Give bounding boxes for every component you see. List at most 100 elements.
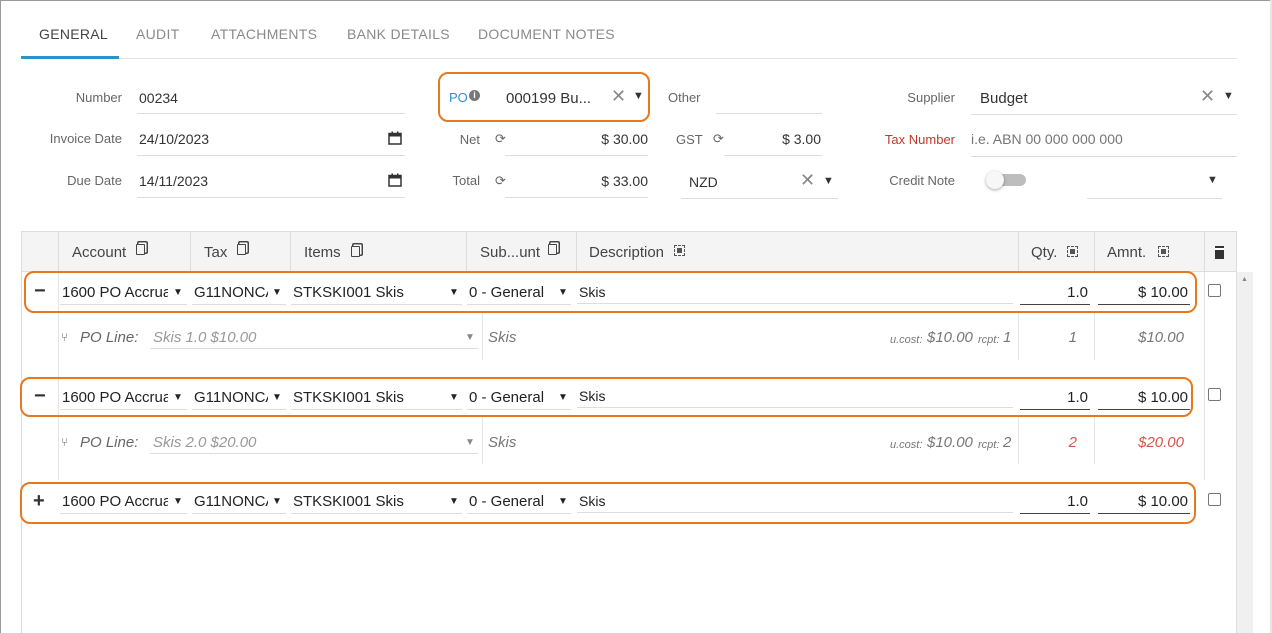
net-field[interactable]: $ 30.00 (560, 131, 648, 147)
tab-document-notes[interactable]: DOCUMENT NOTES (478, 26, 615, 42)
description-cell[interactable]: Skis (579, 284, 605, 300)
dropdown-icon[interactable]: ▼ (1223, 90, 1234, 102)
tax-cell[interactable]: G11NONCAP (194, 389, 268, 406)
item-cell[interactable]: STKSKI001 Skis (293, 284, 443, 301)
dropdown-icon[interactable]: ▼ (558, 392, 568, 403)
subaccount-cell[interactable]: 0 - General (469, 389, 555, 406)
item-cell[interactable]: STKSKI001 Skis (293, 389, 443, 406)
subaccount-cell[interactable]: 0 - General (469, 284, 555, 301)
supplier-underline (971, 114, 1237, 115)
column-settings-icon[interactable] (1067, 246, 1078, 257)
header-amount[interactable]: Amnt. (1095, 232, 1205, 272)
copy-icon[interactable] (548, 244, 557, 255)
dropdown-icon[interactable]: ▼ (465, 437, 475, 448)
header-tax[interactable]: Tax (191, 232, 291, 272)
clear-icon[interactable]: ✕ (611, 86, 626, 107)
clear-icon[interactable]: ✕ (1200, 86, 1215, 107)
cell-underline (60, 409, 187, 410)
tax-cell[interactable]: G11NONCAP (194, 284, 268, 301)
dropdown-icon[interactable]: ▼ (173, 496, 183, 507)
clear-icon[interactable]: ✕ (800, 170, 815, 191)
header-items[interactable]: Items (291, 232, 467, 272)
refresh-icon[interactable]: ⟳ (495, 131, 506, 147)
qty-cell[interactable]: 1.0 (1020, 389, 1088, 406)
dropdown-icon[interactable]: ▼ (272, 392, 282, 403)
dropdown-icon[interactable]: ▼ (449, 392, 459, 403)
column-settings-icon[interactable] (674, 245, 685, 256)
copy-icon[interactable] (136, 244, 145, 255)
po-select[interactable]: 000199 Bu... (506, 90, 591, 107)
refresh-icon[interactable]: ⟳ (713, 131, 724, 147)
tax-number-input[interactable] (971, 128, 1235, 150)
supplier-select[interactable]: Budget (980, 90, 1028, 107)
po-line-select[interactable]: Skis 1.0 $10.00 (153, 329, 256, 346)
qty-cell[interactable]: 1.0 (1020, 493, 1088, 510)
due-date-field[interactable]: 14/11/2023 (139, 173, 208, 189)
tab-bank-details[interactable]: BANK DETAILS (347, 26, 450, 42)
scroll-up-icon[interactable]: ▲ (1241, 276, 1248, 283)
credit-note-underline (1087, 198, 1222, 199)
dropdown-icon[interactable]: ▼ (173, 287, 183, 298)
dropdown-icon[interactable]: ▼ (823, 175, 834, 187)
dropdown-icon[interactable]: ▼ (272, 496, 282, 507)
gst-underline (724, 155, 822, 156)
cell-underline (291, 304, 462, 305)
dropdown-icon[interactable]: ▼ (173, 392, 183, 403)
dropdown-icon[interactable]: ▼ (465, 332, 475, 343)
copy-icon[interactable] (351, 246, 360, 257)
tab-bar: GENERAL AUDIT ATTACHMENTS BANK DETAILS D… (21, 0, 1237, 59)
currency-select[interactable]: NZD (689, 174, 718, 190)
row-checkbox[interactable] (1208, 284, 1221, 297)
dropdown-icon[interactable]: ▼ (449, 496, 459, 507)
row-checkbox[interactable] (1208, 493, 1221, 506)
invoice-date-field[interactable]: 24/10/2023 (139, 131, 209, 147)
dropdown-icon[interactable]: ▼ (558, 496, 568, 507)
description-cell[interactable]: Skis (579, 388, 605, 404)
account-header-label: Account (72, 244, 127, 261)
collapse-button[interactable]: − (34, 385, 46, 408)
gst-field[interactable]: $ 3.00 (740, 131, 821, 147)
amount-cell[interactable]: $ 10.00 (1098, 284, 1188, 301)
collapse-button[interactable]: − (34, 280, 46, 303)
grid-scrollbar[interactable]: ▲ (1237, 272, 1253, 633)
dropdown-icon[interactable]: ▼ (1207, 174, 1218, 186)
item-cell[interactable]: STKSKI001 Skis (293, 493, 443, 510)
amount-cell[interactable]: $ 10.00 (1098, 389, 1188, 406)
calendar-icon[interactable] (388, 173, 402, 190)
ucost-value: $10.00 (927, 434, 973, 451)
dropdown-icon[interactable]: ▼ (272, 287, 282, 298)
account-cell[interactable]: 1600 PO Accrual (62, 493, 168, 510)
amount-cell[interactable]: $ 10.00 (1098, 493, 1188, 510)
number-field[interactable]: 00234 (139, 90, 178, 106)
credit-note-toggle[interactable] (986, 171, 1026, 189)
po-line-select[interactable]: Skis 2.0 $20.00 (153, 434, 256, 451)
subaccount-cell[interactable]: 0 - General (469, 493, 555, 510)
refresh-icon[interactable]: ⟳ (495, 173, 506, 189)
tax-cell[interactable]: G11NONCAP (194, 493, 268, 510)
dropdown-icon[interactable]: ▼ (558, 287, 568, 298)
trash-icon[interactable] (1215, 248, 1224, 259)
row-checkbox[interactable] (1208, 388, 1221, 401)
dropdown-icon[interactable]: ▼ (633, 90, 644, 102)
header-account[interactable]: Account (59, 232, 191, 272)
column-settings-icon[interactable] (1158, 246, 1169, 257)
account-cell[interactable]: 1600 PO Accrual (62, 389, 168, 406)
cell-underline (467, 304, 571, 305)
header-subaccount[interactable]: Sub...unt (467, 232, 577, 272)
cell-underline (1098, 304, 1190, 305)
grid-col-separator (1018, 416, 1019, 464)
header-qty[interactable]: Qty. (1019, 232, 1095, 272)
description-cell[interactable]: Skis (579, 493, 605, 509)
tab-audit[interactable]: AUDIT (136, 26, 180, 42)
total-field[interactable]: $ 33.00 (560, 173, 648, 189)
copy-icon[interactable] (237, 244, 246, 255)
dropdown-icon[interactable]: ▼ (449, 287, 459, 298)
tab-general[interactable]: GENERAL (39, 26, 108, 42)
expand-button[interactable]: + (33, 490, 45, 513)
account-cell[interactable]: 1600 PO Accrual (62, 284, 168, 301)
calendar-icon[interactable] (388, 131, 402, 148)
tax-number-underline (971, 156, 1237, 157)
tab-attachments[interactable]: ATTACHMENTS (211, 26, 317, 42)
header-description[interactable]: Description (577, 232, 1019, 272)
qty-cell[interactable]: 1.0 (1020, 284, 1088, 301)
